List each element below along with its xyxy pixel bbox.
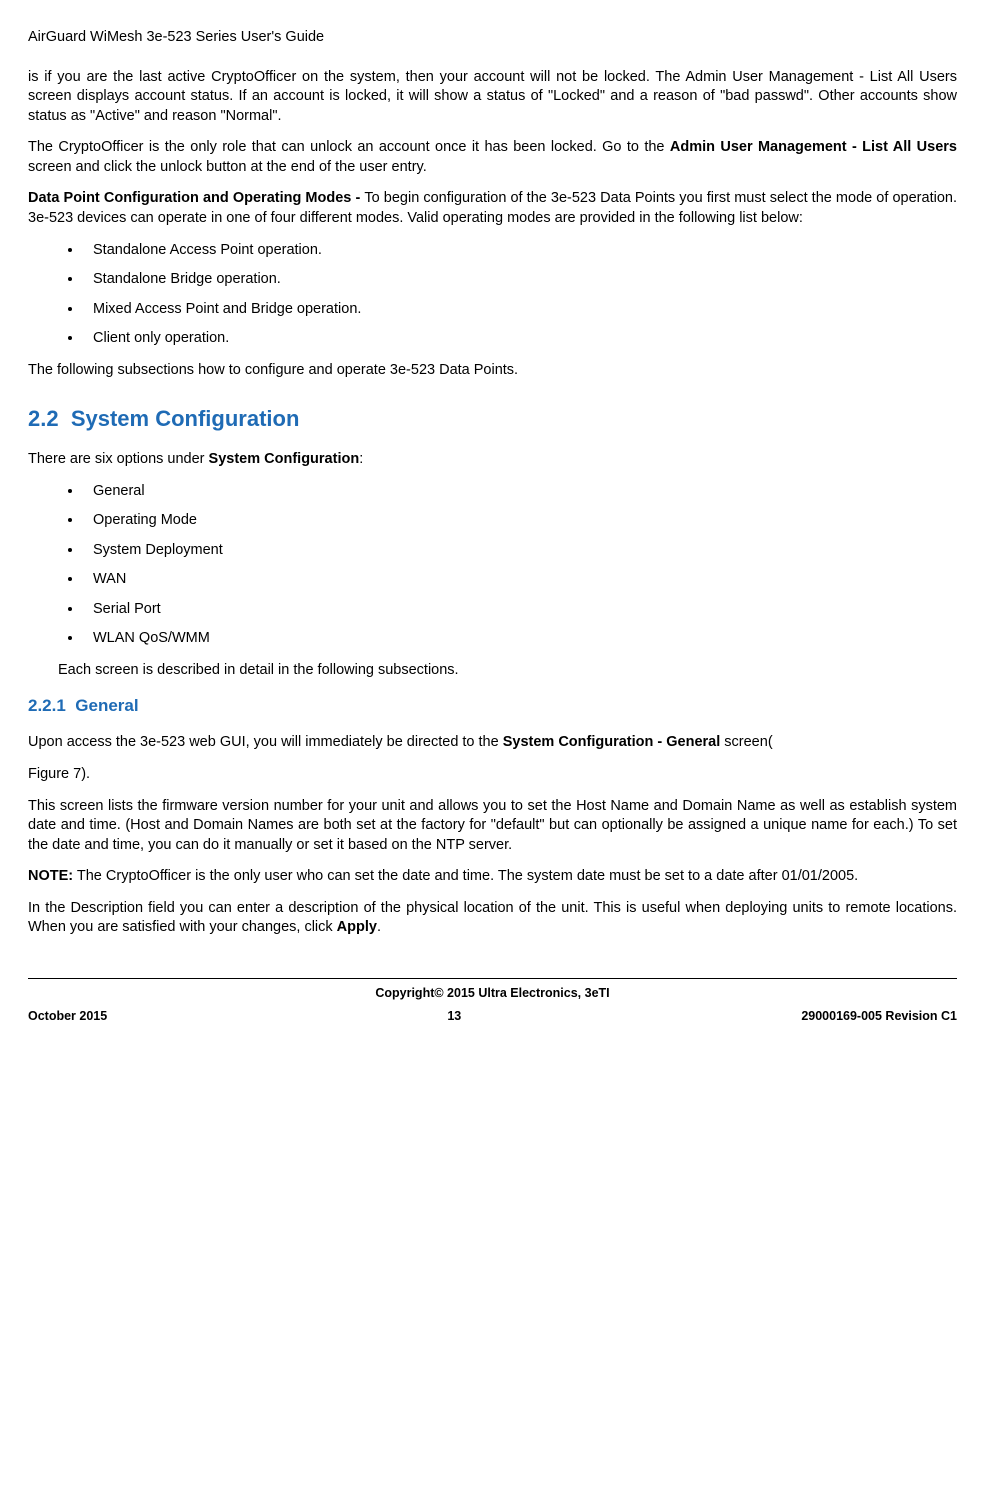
text: screen( (720, 734, 772, 750)
subsection-heading: 2.2.1 General (28, 695, 957, 718)
paragraph: is if you are the last active CryptoOffi… (28, 68, 957, 127)
text: screen and click the unlock button at th… (28, 159, 427, 175)
subsection-number: 2.2.1 (28, 696, 66, 715)
list-item: Mixed Access Point and Bridge operation. (83, 300, 957, 320)
bold-text: Admin User Management - List All Users (670, 139, 957, 155)
text: . (377, 919, 381, 935)
section-heading: 2.2 System Configuration (28, 404, 957, 434)
bold-text: System Configuration (209, 451, 360, 467)
bullet-list: Standalone Access Point operation. Stand… (28, 241, 957, 349)
footer-date: October 2015 (28, 1008, 107, 1025)
text: In the Description field you can enter a… (28, 900, 957, 936)
subsection-title: General (75, 696, 138, 715)
paragraph: The following subsections how to configu… (28, 361, 957, 381)
bullet-list: General Operating Mode System Deployment… (28, 482, 957, 649)
footer-row: October 2015 13 29000169-005 Revision C1 (28, 1008, 957, 1025)
text: The CryptoOfficer is the only role that … (28, 139, 670, 155)
bold-text: System Configuration - General (503, 734, 721, 750)
paragraph: Each screen is described in detail in th… (58, 661, 957, 681)
footer-divider (28, 978, 957, 979)
text: There are six options under (28, 451, 209, 467)
paragraph: The CryptoOfficer is the only role that … (28, 138, 957, 177)
section-number: 2.2 (28, 406, 59, 431)
list-item: General (83, 482, 957, 502)
text: The CryptoOfficer is the only user who c… (73, 868, 858, 884)
paragraph: In the Description field you can enter a… (28, 899, 957, 938)
paragraph: This screen lists the firmware version n… (28, 797, 957, 856)
list-item: Standalone Bridge operation. (83, 270, 957, 290)
section-title: System Configuration (71, 406, 300, 431)
paragraph: There are six options under System Confi… (28, 450, 957, 470)
footer-page-number: 13 (447, 1008, 461, 1025)
document-header: AirGuard WiMesh 3e-523 Series User's Gui… (28, 28, 957, 48)
list-item: Operating Mode (83, 511, 957, 531)
footer-copyright: Copyright© 2015 Ultra Electronics, 3eTI (28, 985, 957, 1002)
list-item: Standalone Access Point operation. (83, 241, 957, 261)
paragraph: Figure 7). (28, 765, 957, 785)
list-item: WLAN QoS/WMM (83, 629, 957, 649)
footer-revision: 29000169-005 Revision C1 (801, 1008, 957, 1025)
bold-text: Data Point Configuration and Operating M… (28, 190, 364, 206)
page-footer: Copyright© 2015 Ultra Electronics, 3eTI … (28, 978, 957, 1025)
bold-text: Apply (337, 919, 377, 935)
text: Upon access the 3e-523 web GUI, you will… (28, 734, 503, 750)
list-item: Serial Port (83, 600, 957, 620)
paragraph: Upon access the 3e-523 web GUI, you will… (28, 733, 957, 753)
list-item: System Deployment (83, 541, 957, 561)
bold-text: NOTE: (28, 868, 73, 884)
list-item: Client only operation. (83, 329, 957, 349)
list-item: WAN (83, 570, 957, 590)
paragraph: Data Point Configuration and Operating M… (28, 189, 957, 228)
text: : (359, 451, 363, 467)
paragraph: NOTE: The CryptoOfficer is the only user… (28, 867, 957, 887)
